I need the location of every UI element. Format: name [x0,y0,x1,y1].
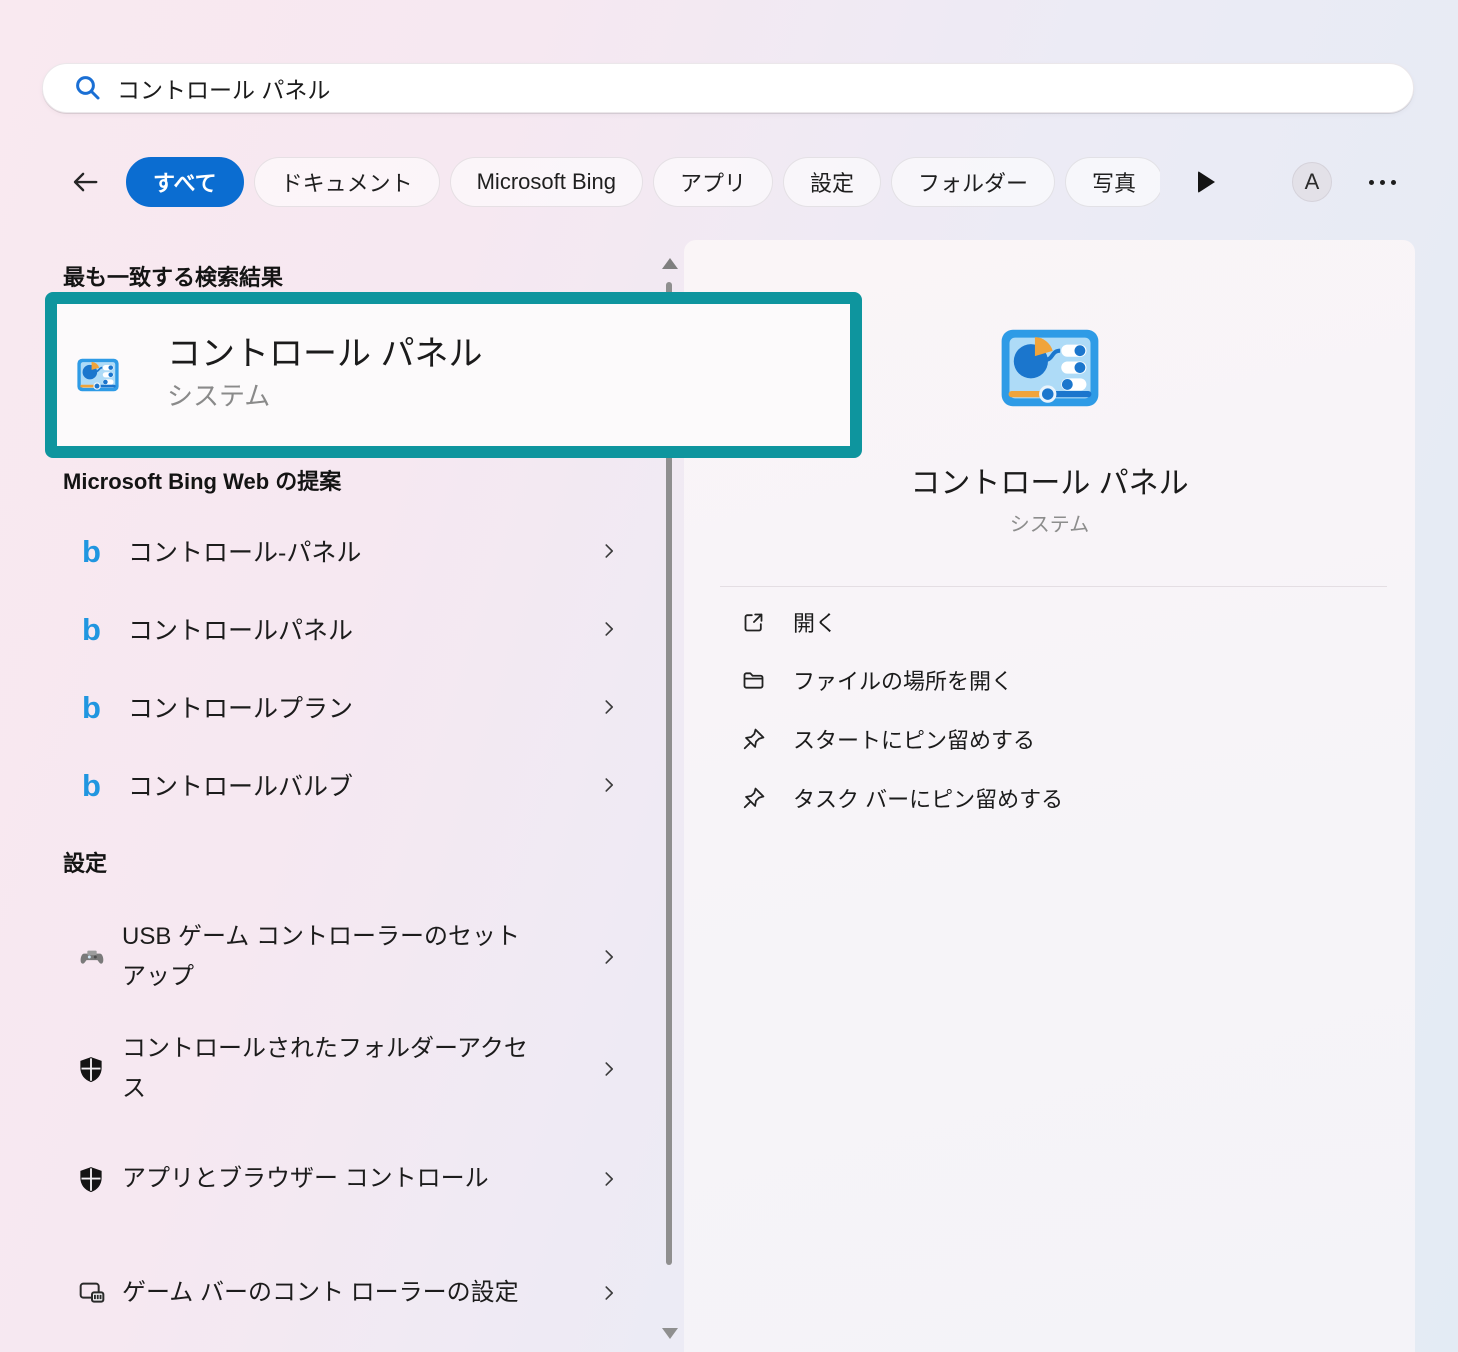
suggestion-label: コントロール-パネル [128,533,361,569]
settings-label: コントロールされたフォルダーアクセス [122,1029,542,1109]
more-options-button[interactable] [1360,168,1404,196]
filter-tabs: すべて ドキュメント Microsoft Bing アプリ 設定 フォルダー 写… [126,156,1160,208]
bing-suggestion-row[interactable]: b コントロールプラン [40,684,648,730]
preview-subtitle: システム [684,508,1415,537]
best-match-title: コントロール パネル [167,326,482,375]
chevron-right-icon [598,946,620,968]
bing-icon: b [82,536,128,567]
chevron-right-icon [598,540,620,562]
action-label: タスク バーにピン留めする [793,782,1063,814]
settings-result-row[interactable]: ゲーム バーのコント ローラーの設定 [40,1248,648,1338]
bing-icon: b [82,770,128,801]
pin-to-taskbar-action[interactable]: タスク バーにピン留めする [720,775,1380,821]
tabs-scroll-right-button[interactable] [1198,169,1224,195]
shield-icon [76,1054,122,1084]
triangle-down-icon [662,1328,678,1339]
pin-icon [740,785,767,812]
filter-tab-apps[interactable]: アプリ [653,157,773,207]
action-label: スタートにピン留めする [793,723,1035,755]
search-icon [73,73,103,103]
scrollbar-down-arrow[interactable] [661,1326,679,1340]
search-bar[interactable] [42,63,1414,113]
pin-to-start-action[interactable]: スタートにピン留めする [720,716,1380,762]
best-match-header: 最も一致する検索結果 [63,260,283,292]
divider [720,586,1387,587]
suggestion-label: コントロールバルブ [128,767,353,803]
chevron-right-icon [598,618,620,640]
settings-result-row[interactable]: USB ゲーム コントローラーのセットアップ [40,912,648,1002]
bing-suggestion-row[interactable]: b コントロールパネル [40,606,648,652]
bing-suggestion-row[interactable]: b コントロールバルブ [40,762,648,808]
triangle-up-icon [662,258,678,269]
action-label: ファイルの場所を開く [793,664,1013,696]
game-bar-icon [76,1277,122,1309]
preview-title: コントロール パネル [684,458,1415,502]
settings-label: USB ゲーム コントローラーのセットアップ [122,917,542,997]
chevron-right-icon [598,1282,620,1304]
settings-label: アプリとブラウザー コントロール [122,1159,542,1199]
settings-section-header: 設定 [63,846,107,878]
filter-tab-documents[interactable]: ドキュメント [254,157,440,207]
bing-suggestion-row[interactable]: b コントロール-パネル [40,528,648,574]
action-label: 開く [793,606,837,638]
search-input[interactable] [117,75,1395,102]
best-match-subtitle: システム [167,376,270,413]
control-panel-icon [75,352,121,398]
suggestion-label: コントロールプラン [128,689,353,725]
bing-suggestions-header: Microsoft Bing Web の提案 [63,464,341,496]
settings-result-row[interactable]: コントロールされたフォルダーアクセス [40,1024,648,1114]
control-panel-icon-large [996,314,1104,422]
filter-tab-all[interactable]: すべて [126,157,244,207]
filter-tab-folders[interactable]: フォルダー [891,157,1055,207]
filter-tab-settings[interactable]: 設定 [783,157,881,207]
open-icon [740,609,767,636]
pin-icon [740,726,767,753]
bing-icon: b [82,692,128,723]
settings-label: ゲーム バーのコント ローラーの設定 [122,1273,542,1313]
open-action[interactable]: 開く [720,599,1380,645]
chevron-right-icon [598,696,620,718]
back-button[interactable] [62,160,108,204]
filter-tab-photos[interactable]: 写真 [1065,157,1160,207]
settings-result-row[interactable]: アプリとブラウザー コントロール [40,1134,648,1224]
usb-game-controller-icon [76,941,122,973]
play-icon [1198,171,1215,193]
folder-icon [740,667,767,694]
suggestion-label: コントロールパネル [128,611,353,647]
chevron-right-icon [598,1168,620,1190]
best-match-result[interactable]: コントロール パネル システム [57,304,677,446]
ellipsis-icon [1369,180,1374,185]
filter-tab-bing[interactable]: Microsoft Bing [450,157,643,207]
selection-highlight: コントロール パネル システム [45,292,862,458]
scrollbar-up-arrow[interactable] [661,256,679,270]
chevron-right-icon [598,1058,620,1080]
account-avatar[interactable]: A [1292,162,1332,202]
chevron-right-icon [598,774,620,796]
shield-icon [76,1164,122,1194]
back-arrow-icon [68,167,102,197]
bing-icon: b [82,614,128,645]
filter-tab-row: すべて ドキュメント Microsoft Bing アプリ 設定 フォルダー 写… [0,156,1458,208]
open-file-location-action[interactable]: ファイルの場所を開く [720,657,1380,703]
